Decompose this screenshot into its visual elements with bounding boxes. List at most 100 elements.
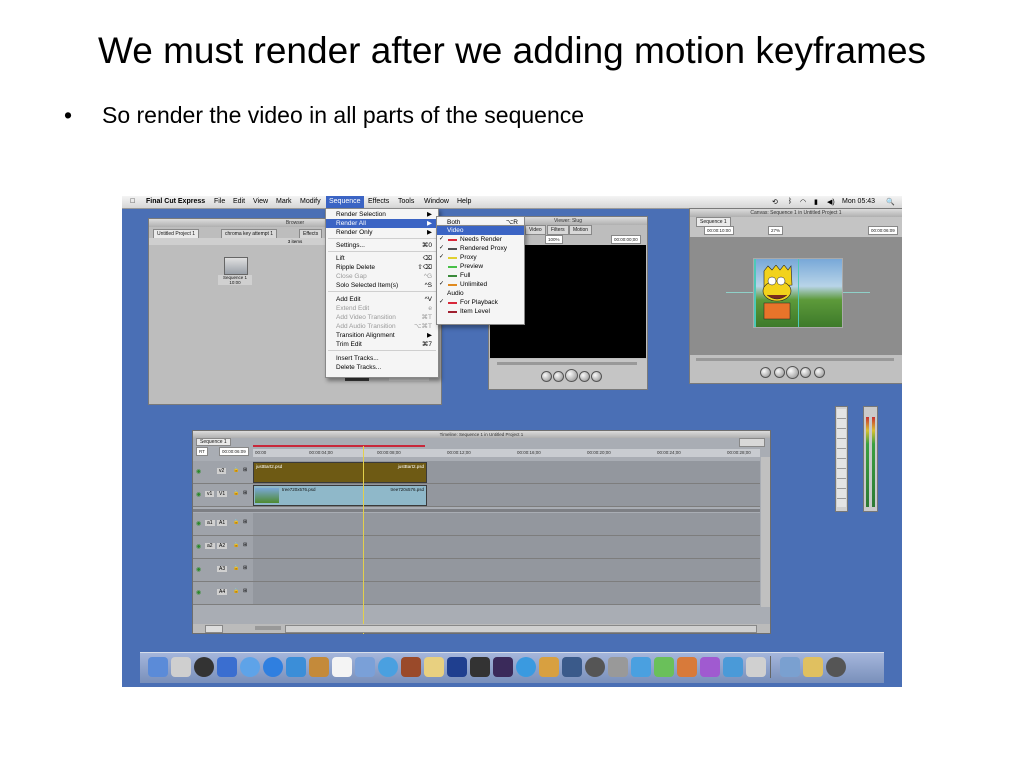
lock-icon[interactable]: 🔒 bbox=[233, 588, 239, 594]
menu-item-add-edit[interactable]: Add Edit ^V bbox=[326, 295, 438, 304]
canvas-prev-button[interactable] bbox=[774, 367, 785, 378]
expose-icon[interactable] bbox=[562, 657, 582, 677]
submenu-item-item-level[interactable]: Item Level bbox=[437, 307, 524, 316]
bluetooth-icon[interactable]: ᛒ bbox=[788, 198, 792, 205]
tool-buttons[interactable] bbox=[837, 409, 846, 507]
zoom-slider[interactable] bbox=[255, 626, 281, 630]
timeline-ruler[interactable]: 00:00 00:00:04;00 00:00:08;00 00:00:12;0… bbox=[253, 449, 760, 457]
canvas-timecode-right[interactable]: 00:00:06:09 bbox=[868, 226, 898, 235]
submenu-item-needs-render[interactable]: ✓ Needs Render bbox=[437, 235, 524, 244]
clip-overlays-toggle[interactable] bbox=[205, 625, 223, 633]
app-menu[interactable]: Final Cut Express bbox=[146, 198, 205, 205]
track-header-v2[interactable]: ◉ v2 🔒 ⊞ bbox=[193, 461, 253, 484]
menu-item-settings[interactable]: Settings... ⌘0 bbox=[326, 241, 438, 250]
link-icon[interactable]: ⊞ bbox=[243, 565, 247, 571]
playhead[interactable] bbox=[363, 446, 364, 634]
after-effects-icon[interactable] bbox=[493, 657, 513, 677]
track-visibility-icon[interactable]: ◉ bbox=[196, 491, 201, 498]
timeline-current-timecode[interactable]: 00:00:06:09 bbox=[219, 447, 249, 456]
downloads-icon[interactable] bbox=[803, 657, 823, 677]
lock-icon[interactable]: 🔒 bbox=[233, 519, 239, 525]
contribute-icon[interactable] bbox=[700, 657, 720, 677]
track-visibility-icon[interactable]: ◉ bbox=[196, 589, 201, 596]
menu-item-lift[interactable]: Lift ⌫ bbox=[326, 254, 438, 263]
link-icon[interactable]: ⊞ bbox=[243, 588, 247, 594]
track-dest-a1[interactable]: A1 bbox=[217, 520, 228, 526]
track-visibility-icon[interactable]: ◉ bbox=[196, 543, 201, 550]
menu-file[interactable]: File bbox=[214, 198, 225, 205]
tab-viewer-filters[interactable]: Filters bbox=[547, 225, 569, 235]
canvas-timecode-left[interactable]: 00:00:10:00 bbox=[704, 226, 734, 235]
track-src-a1[interactable]: a1 bbox=[205, 520, 215, 526]
timeline-clip[interactable]: tree720x576.psd bbox=[253, 485, 364, 506]
play-button[interactable] bbox=[565, 369, 578, 382]
itunes-icon[interactable] bbox=[378, 657, 398, 677]
menu-item-transition-alignment[interactable]: Transition Alignment ▶ bbox=[326, 331, 438, 340]
canvas-loop-button[interactable] bbox=[814, 367, 825, 378]
viewer-scrubber[interactable] bbox=[497, 362, 637, 365]
link-icon[interactable]: ⊞ bbox=[243, 519, 247, 525]
canvas-next-button[interactable] bbox=[800, 367, 811, 378]
timeline-zoom-control[interactable] bbox=[739, 438, 765, 447]
menu-item-render-all[interactable]: Render All ▶ bbox=[326, 219, 438, 228]
fireworks-icon[interactable] bbox=[654, 657, 674, 677]
tab-viewer-video[interactable]: Video bbox=[525, 225, 546, 235]
menu-item-render-only[interactable]: Render Only ▶ bbox=[326, 228, 438, 237]
volume-icon[interactable]: ◀) bbox=[827, 198, 835, 206]
menu-item-delete-tracks[interactable]: Delete Tracks... bbox=[326, 363, 438, 372]
disk-utility-icon[interactable] bbox=[585, 657, 605, 677]
messenger-icon[interactable] bbox=[723, 657, 743, 677]
canvas-titlebar[interactable]: Canvas: Sequence 1 in Untitled Project 1 bbox=[690, 209, 902, 217]
ical-icon[interactable] bbox=[332, 657, 352, 677]
menu-clock[interactable]: Mon 05:43 bbox=[842, 198, 875, 205]
track-header-a1[interactable]: ◉ a1 A1 🔒 ⊞ bbox=[193, 513, 253, 536]
apple-icon[interactable]:  bbox=[130, 198, 135, 205]
menu-item-trim-edit[interactable]: Trim Edit ⌘7 bbox=[326, 340, 438, 349]
timeline-titlebar[interactable]: Timeline: Sequence 1 in Untitled Project… bbox=[193, 431, 770, 438]
menu-window[interactable]: Window bbox=[424, 198, 449, 205]
flash-icon[interactable] bbox=[677, 657, 697, 677]
document-icon[interactable] bbox=[746, 657, 766, 677]
final-cut-icon[interactable] bbox=[470, 657, 490, 677]
menu-mark[interactable]: Mark bbox=[276, 198, 292, 205]
canvas-video-frame[interactable] bbox=[753, 258, 843, 328]
folder-icon[interactable] bbox=[780, 657, 800, 677]
address-book-icon[interactable] bbox=[309, 657, 329, 677]
safari-icon[interactable] bbox=[240, 657, 260, 677]
menu-view[interactable]: View bbox=[253, 198, 268, 205]
lock-icon[interactable]: 🔒 bbox=[233, 490, 239, 496]
ichat-av-icon[interactable] bbox=[286, 657, 306, 677]
lock-icon[interactable]: 🔒 bbox=[233, 565, 239, 571]
track-visibility-icon[interactable]: ◉ bbox=[196, 566, 201, 573]
timeline-clip[interactable]: tree720x576.psd bbox=[363, 485, 427, 506]
menu-edit[interactable]: Edit bbox=[233, 198, 245, 205]
track-dest-v1[interactable]: V1 bbox=[217, 491, 228, 497]
canvas-play-button[interactable] bbox=[786, 366, 799, 379]
garageband-icon[interactable] bbox=[424, 657, 444, 677]
trash-icon[interactable] bbox=[826, 657, 846, 677]
track-header-a3[interactable]: ◉ A3 🔒 ⊞ bbox=[193, 559, 253, 582]
submenu-item-full[interactable]: Full bbox=[437, 271, 524, 280]
sequence-label[interactable]: Sequence 1 10:00 bbox=[218, 275, 252, 285]
submenu-item-proxy[interactable]: ✓ Proxy bbox=[437, 253, 524, 262]
link-icon[interactable]: ⊞ bbox=[243, 467, 247, 473]
prev-edit-button[interactable] bbox=[541, 371, 552, 382]
guitar-icon[interactable] bbox=[539, 657, 559, 677]
video-audio-divider[interactable] bbox=[193, 509, 760, 512]
sync-icon[interactable]: ⟲ bbox=[772, 198, 778, 206]
canvas-zoom[interactable]: 27% bbox=[768, 226, 784, 235]
spotlight-icon[interactable]: 🔍 bbox=[886, 198, 895, 206]
menu-tools[interactable]: Tools bbox=[398, 198, 414, 205]
play-around-button[interactable] bbox=[579, 371, 590, 382]
menu-item-insert-tracks[interactable]: Insert Tracks... bbox=[326, 354, 438, 363]
flag-icon[interactable]: ▮ bbox=[814, 198, 818, 206]
menu-effects[interactable]: Effects bbox=[368, 198, 389, 205]
lock-icon[interactable]: 🔒 bbox=[233, 542, 239, 548]
iphoto-icon[interactable] bbox=[355, 657, 375, 677]
finder-icon[interactable] bbox=[148, 657, 168, 677]
track-header-a2[interactable]: ◉ a2 A2 🔒 ⊞ bbox=[193, 536, 253, 559]
system-prefs-icon[interactable] bbox=[608, 657, 628, 677]
timeline-horizontal-scrollbar[interactable] bbox=[285, 625, 757, 633]
dreamweaver-icon[interactable] bbox=[631, 657, 651, 677]
track-dest-a3[interactable]: A3 bbox=[217, 566, 228, 572]
